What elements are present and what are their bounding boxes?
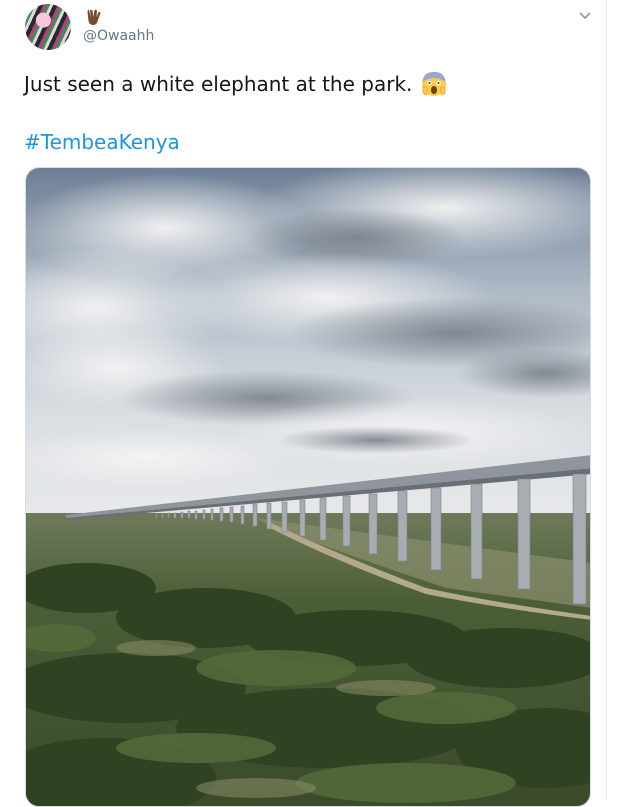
- vulcan-hand-icon: [87, 9, 101, 25]
- tweet-body: Just seen a white elephant at the park.: [24, 72, 413, 96]
- tweet-card: @Owaahh Just seen a white elephant at th…: [0, 0, 607, 807]
- face-screaming-icon: [422, 72, 447, 96]
- hashtag-link[interactable]: #TembeaKenya: [24, 130, 180, 154]
- user-handle[interactable]: @Owaahh: [83, 28, 154, 44]
- railway-photo-image: [26, 168, 590, 806]
- tweet-text: Just seen a white elephant at the park.: [24, 70, 448, 98]
- tweet-photo[interactable]: [25, 167, 591, 807]
- user-avatar[interactable]: [25, 4, 71, 50]
- chevron-down-icon[interactable]: [577, 9, 593, 23]
